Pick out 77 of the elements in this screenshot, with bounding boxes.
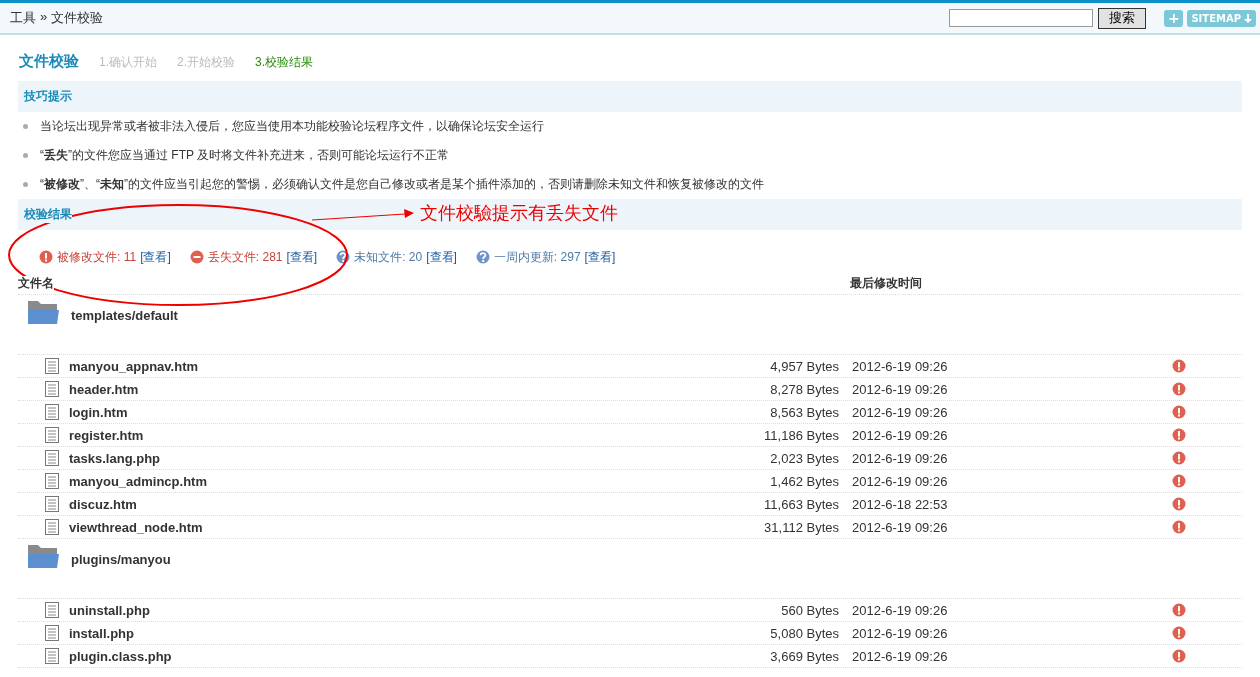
folder-icon [27,542,59,570]
tip-text: “被修改”、“未知”的文件应当引起您的警惕，必须确认文件是您自己修改或者是某个插件添加的，否则请删除未知文件和恢复被修改的文件 [40,176,764,193]
file-name: install.php [69,625,135,641]
breadcrumb-item[interactable]: 工具 [10,9,36,27]
file-name: uninstall.php [69,602,151,618]
file-name: tasks.lang.php [69,450,162,466]
bullet-icon [23,182,28,187]
breadcrumb-item: 文件校验 [51,9,104,27]
bullet-icon [23,124,28,129]
bullet-icon [23,153,28,158]
document-icon [45,473,59,489]
document-icon [45,381,59,397]
section-heading: 校验结果 [24,206,72,223]
annotation-text: 文件校驗提示有丢失文件 [420,202,618,225]
file-date: 2012-6-19 09:26 [852,625,949,641]
folder-name: templates/default [71,308,178,323]
column-header: 文件名 [18,275,54,290]
document-icon [45,427,59,443]
document-icon [45,625,59,641]
document-icon [45,358,59,374]
file-size: 8,563 Bytes [769,404,839,420]
folder-name: plugins/manyou [71,552,171,567]
view-link[interactable]: [查看] [286,248,318,266]
view-link[interactable]: [查看] [140,248,171,266]
stat-label: 未知文件: 20 [354,248,423,266]
view-link[interactable]: [查看] [584,248,616,266]
file-name: register.htm [69,427,145,443]
file-name: discuz.htm [69,496,138,512]
file-name: manyou_admincp.htm [69,473,208,489]
file-date: 2012-6-18 22:53 [852,496,949,512]
breadcrumb-separator: » [40,9,48,26]
file-size: 4,957 Bytes [769,358,839,374]
file-size: 3,669 Bytes [769,648,839,664]
tip-text: “丢失”的文件您应当通过 FTP 及时将文件补充进来，否则可能论坛运行不正常 [40,147,450,164]
file-date: 2012-6-19 09:26 [852,648,949,664]
file-date: 2012-6-19 09:26 [852,602,949,618]
step-label: 1.确认开始 [99,54,157,71]
file-date: 2012-6-19 09:26 [852,450,949,466]
file-date: 2012-6-19 09:26 [852,427,949,443]
search-field[interactable] [949,9,1094,27]
file-size: 11,186 Bytes [763,427,839,443]
file-date: 2012-6-19 09:26 [852,519,949,535]
document-icon [45,519,59,535]
search-button[interactable]: 搜索 [1098,7,1147,29]
stat-label: 被修改文件: 11 [57,248,137,266]
file-date: 2012-6-19 09:26 [852,358,949,374]
stat-label: 一周内更新: 297 [493,248,581,266]
stat-label: 丢失文件: 281 [207,248,283,266]
section-heading: 技巧提示 [18,81,1242,112]
file-date: 2012-6-19 09:26 [852,473,949,489]
file-date: 2012-6-19 09:26 [852,404,949,420]
file-date: 2012-6-19 09:26 [852,381,949,397]
file-size: 31,112 Bytes [763,519,839,535]
file-size: 8,278 Bytes [769,381,839,397]
file-size: 1,462 Bytes [769,473,839,489]
file-name: viewthread_node.htm [69,519,204,535]
file-name: login.htm [69,404,129,420]
file-name: plugin.class.php [69,648,173,664]
file-name: header.htm [69,381,140,397]
file-name: manyou_appnav.htm [69,358,200,374]
tip-text: 当论坛出现异常或者被非法入侵后，您应当使用本功能校验论坛程序文件，以确保论坛安全运行 [40,118,544,135]
folder-icon [27,298,59,326]
document-icon [45,496,59,512]
arrow-down-icon [1244,13,1252,23]
document-icon [45,450,59,466]
view-link[interactable]: [查看] [426,248,457,266]
file-size: 11,663 Bytes [763,496,839,512]
file-size: 2,023 Bytes [769,450,839,466]
column-header: 最后修改时间 [850,274,923,292]
step-label: 3.校验结果 [255,54,314,71]
document-icon [45,648,59,664]
file-size: 560 Bytes [780,602,839,618]
page-title: 文件校验 [19,52,79,71]
step-label: 2.开始校验 [177,54,236,71]
document-icon [45,602,59,618]
document-icon [45,404,59,420]
file-size: 5,080 Bytes [769,625,839,641]
